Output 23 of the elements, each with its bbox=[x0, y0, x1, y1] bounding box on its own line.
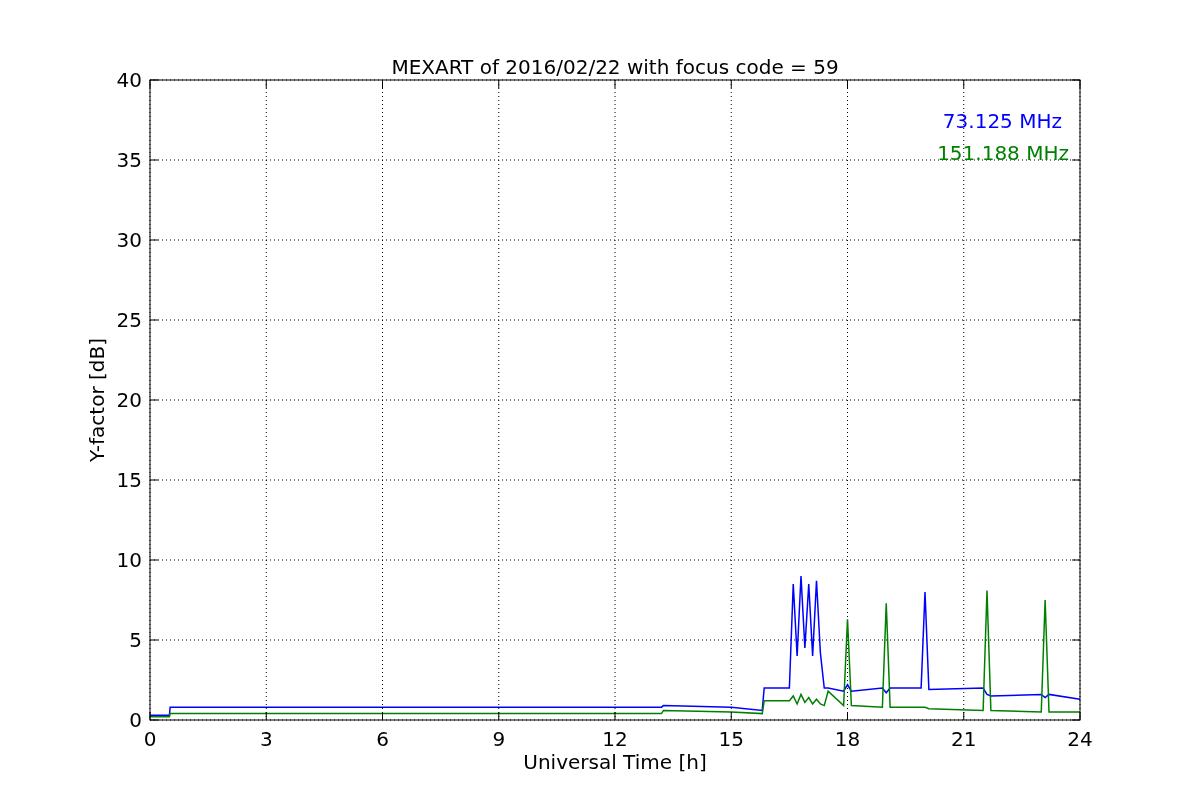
y-tick-label: 25 bbox=[116, 308, 142, 332]
y-tick-label: 0 bbox=[129, 708, 142, 732]
x-tick-label: 21 bbox=[951, 727, 977, 751]
y-tick-label: 30 bbox=[116, 228, 142, 252]
legend-label: 73.125 MHz bbox=[942, 109, 1062, 133]
y-tick-label: 10 bbox=[116, 548, 142, 572]
y-tick-label: 40 bbox=[116, 68, 142, 92]
y-tick-label: 15 bbox=[116, 468, 142, 492]
x-axis-label: Universal Time [h] bbox=[523, 750, 707, 774]
x-tick-label: 3 bbox=[259, 727, 273, 751]
x-tick-label: 15 bbox=[718, 727, 744, 751]
x-tick-label: 9 bbox=[492, 727, 506, 751]
x-tick-label: 6 bbox=[376, 727, 389, 751]
legend-label: 151.188 MHz bbox=[937, 141, 1069, 165]
x-tick-label: 24 bbox=[1067, 727, 1093, 751]
y-tick-label: 20 bbox=[116, 388, 142, 412]
y-tick-label: 35 bbox=[116, 148, 142, 172]
y-tick-label: 5 bbox=[129, 628, 142, 652]
x-tick-label: 0 bbox=[143, 727, 157, 751]
chart-title: MEXART of 2016/02/22 with focus code = 59 bbox=[391, 55, 839, 79]
x-tick-label: 12 bbox=[602, 727, 628, 751]
x-tick-label: 18 bbox=[834, 727, 861, 751]
y-axis-label: Y-factor [dB] bbox=[85, 338, 109, 462]
